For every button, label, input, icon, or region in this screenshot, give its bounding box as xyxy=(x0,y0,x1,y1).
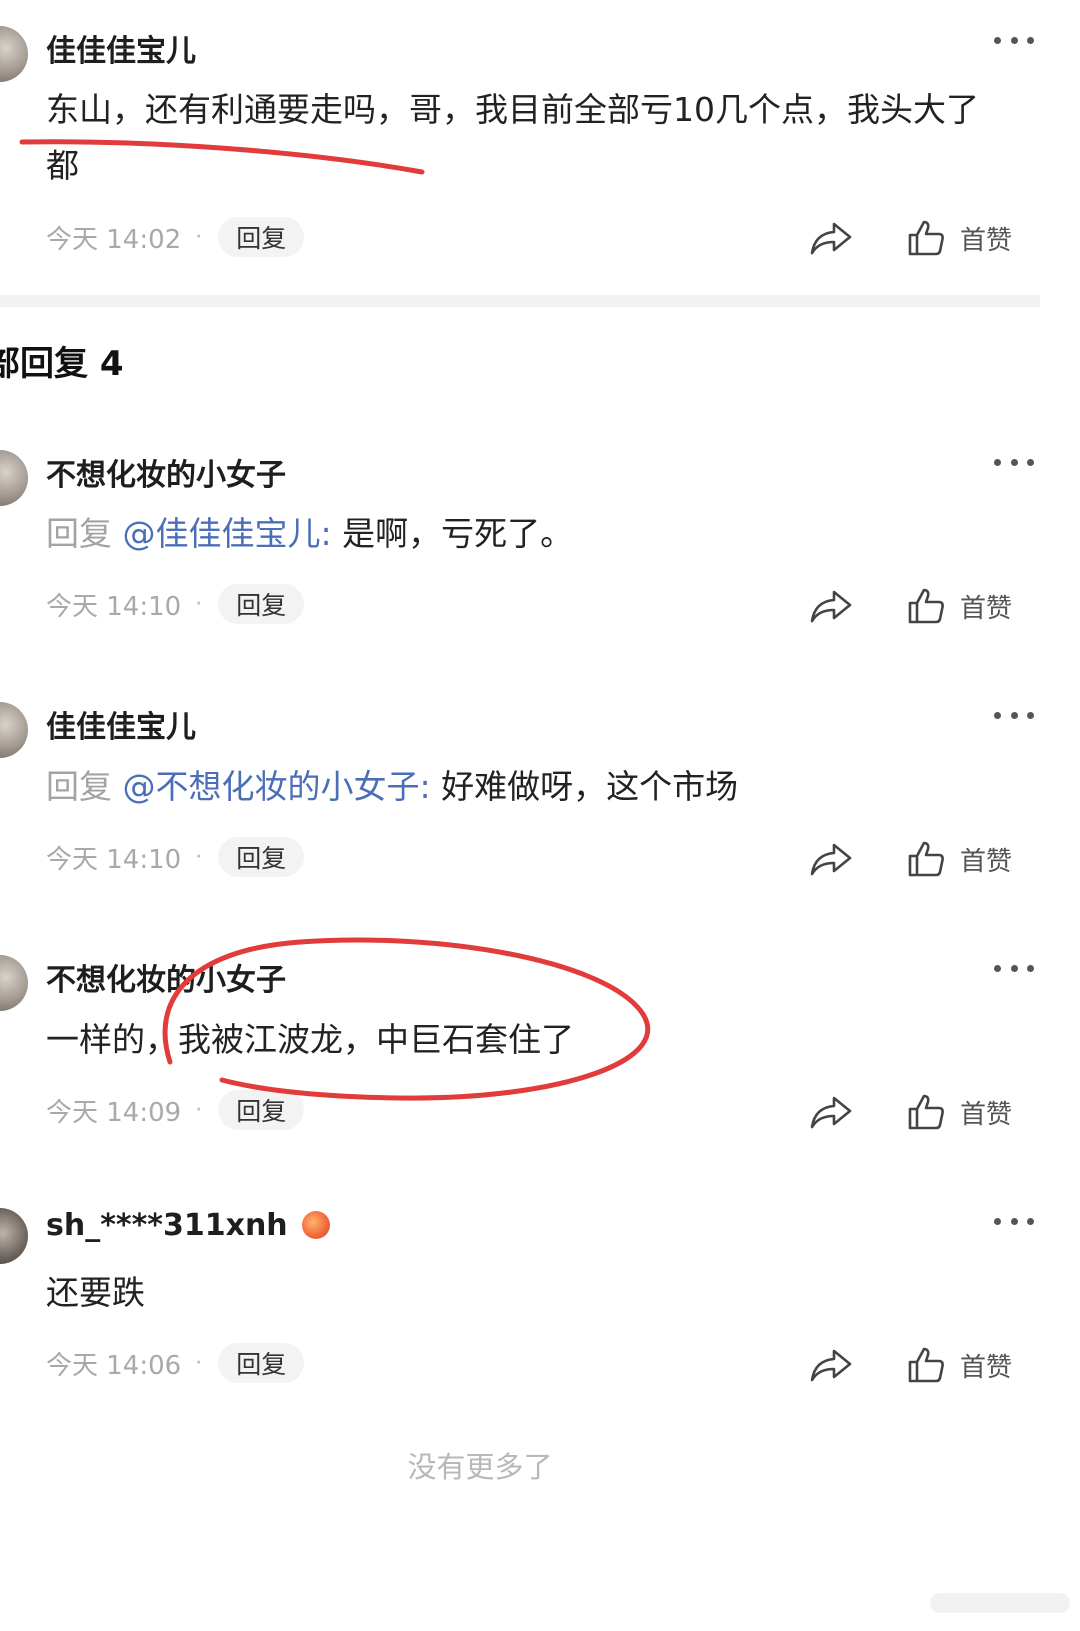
replies-section-title: 部回复 4 xyxy=(0,344,124,384)
share-icon[interactable] xyxy=(808,1092,854,1132)
level-badge-icon xyxy=(301,1210,330,1239)
share-icon[interactable] xyxy=(808,218,854,258)
like-button[interactable]: 首赞 xyxy=(906,1092,1012,1132)
like-label: 首赞 xyxy=(960,225,1013,256)
thumbs-up-icon xyxy=(908,220,944,256)
more-options-button[interactable] xyxy=(994,958,1034,978)
more-options-button[interactable] xyxy=(994,452,1034,472)
mention-link[interactable]: @佳佳佳宝儿: xyxy=(123,514,332,553)
watermark xyxy=(930,1593,1070,1613)
comment-username[interactable]: 佳佳佳宝儿 xyxy=(46,26,196,70)
separator-dot: · xyxy=(195,844,203,870)
reply-button[interactable]: 回复 xyxy=(218,584,305,624)
separator-dot: · xyxy=(195,1097,203,1123)
thumbs-up-icon xyxy=(908,841,944,877)
comment-meta: 今天 14:02 · 回复 xyxy=(46,217,305,257)
reply-time: 今天 14:09 xyxy=(46,1097,182,1128)
reply-text: 回复 @不想化妆的小女子: 好难做呀，这个市场 xyxy=(46,759,1020,815)
comment-time: 今天 14:02 xyxy=(46,224,182,255)
avatar[interactable] xyxy=(0,702,28,758)
like-button[interactable]: 首赞 xyxy=(906,218,1012,258)
like-label: 首赞 xyxy=(960,1352,1013,1383)
reply-username[interactable]: sh_****311xnh xyxy=(46,1208,330,1243)
reply-meta: 今天 14:10 · 回复 xyxy=(46,584,305,624)
reply-content: 好难做呀，这个市场 xyxy=(441,767,739,806)
mention-link[interactable]: @不想化妆的小女子: xyxy=(123,767,431,806)
more-options-button[interactable] xyxy=(994,30,1034,50)
thumbs-up-icon xyxy=(908,588,944,624)
reply-username-text: sh_****311xnh xyxy=(46,1208,288,1243)
reply-username[interactable]: 不想化妆的小女子 xyxy=(46,450,286,494)
avatar[interactable] xyxy=(0,955,28,1011)
reply-meta: 今天 14:10 · 回复 xyxy=(46,837,305,877)
reply-time: 今天 14:10 xyxy=(46,844,182,875)
more-dots-icon xyxy=(994,458,1001,466)
separator-dot: · xyxy=(195,1350,203,1376)
section-divider xyxy=(0,295,1040,307)
more-options-button[interactable] xyxy=(994,1211,1034,1231)
reply-text: 还要跌 xyxy=(46,1273,145,1312)
like-label: 首赞 xyxy=(960,846,1013,877)
reply-text: 回复 @佳佳佳宝儿: 是啊，亏死了。 xyxy=(46,506,1020,562)
reply-button[interactable]: 回复 xyxy=(218,217,305,257)
more-dots-icon xyxy=(994,711,1001,719)
more-dots-icon xyxy=(994,1217,1001,1225)
comment-text: 东山，还有利通要走吗，哥，我目前全部亏10几个点，我头大了都 xyxy=(46,90,979,185)
share-icon[interactable] xyxy=(808,839,854,879)
reply-button[interactable]: 回复 xyxy=(218,1343,305,1383)
reply-button[interactable]: 回复 xyxy=(218,837,305,877)
like-label: 首赞 xyxy=(960,593,1013,624)
more-dots-icon xyxy=(994,964,1001,972)
reply-username[interactable]: 不想化妆的小女子 xyxy=(46,955,286,999)
like-button[interactable]: 首赞 xyxy=(906,839,1012,879)
no-more-footer: 没有更多了 xyxy=(407,1450,553,1484)
separator-dot: · xyxy=(195,591,203,617)
reply-meta: 今天 14:06 · 回复 xyxy=(46,1343,305,1383)
more-dots-icon xyxy=(994,36,1001,44)
thumbs-up-icon xyxy=(908,1094,944,1130)
share-icon[interactable] xyxy=(808,1345,854,1385)
reply-button[interactable]: 回复 xyxy=(218,1090,305,1130)
reply-prefix: 回复 xyxy=(46,514,112,553)
avatar[interactable] xyxy=(0,26,28,82)
more-options-button[interactable] xyxy=(994,705,1034,725)
reply-prefix: 回复 xyxy=(46,767,112,806)
reply-username[interactable]: 佳佳佳宝儿 xyxy=(46,702,196,746)
reply-time: 今天 14:10 xyxy=(46,591,182,622)
thumbs-up-icon xyxy=(908,1347,944,1383)
reply-meta: 今天 14:09 · 回复 xyxy=(46,1090,305,1130)
reply-text: 一样的，我被江波龙，中巨石套住了 xyxy=(46,1020,574,1059)
reply-time: 今天 14:06 xyxy=(46,1350,182,1381)
like-label: 首赞 xyxy=(960,1099,1013,1130)
separator-dot: · xyxy=(195,224,203,250)
avatar[interactable] xyxy=(0,1208,28,1264)
like-button[interactable]: 首赞 xyxy=(906,586,1012,626)
share-icon[interactable] xyxy=(808,586,854,626)
avatar[interactable] xyxy=(0,450,28,506)
reply-content: 是啊，亏死了。 xyxy=(342,514,574,553)
like-button[interactable]: 首赞 xyxy=(906,1345,1012,1385)
